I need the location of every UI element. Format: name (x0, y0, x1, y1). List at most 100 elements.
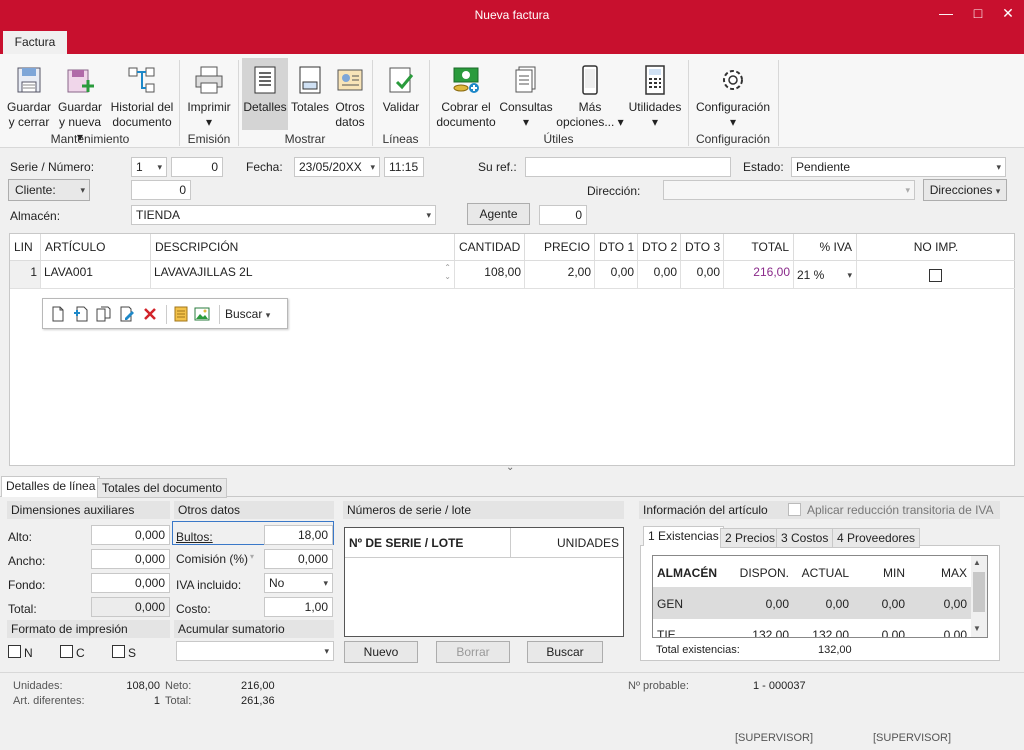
guardar-cerrar-button[interactable]: Guardar y cerrar (4, 58, 54, 130)
cell-iva[interactable]: 21 % ▾ (794, 261, 857, 289)
col-noimp: NO IMP. (857, 234, 1015, 261)
minimize-button[interactable]: — (936, 5, 956, 21)
agente-input[interactable]: 0 (539, 205, 587, 225)
almacen-select[interactable]: TIENDA ▾ (131, 205, 436, 225)
reduccion-iva-checkbox[interactable] (788, 503, 801, 516)
tab-existencias[interactable]: 1 Existencias (643, 526, 724, 546)
cell-precio[interactable]: 2,00 (525, 261, 595, 289)
consultas-button[interactable]: Consultas ▾ (499, 58, 553, 130)
alto-input[interactable]: 0,000 (91, 525, 170, 545)
nprobable-label: Nº probable: (628, 680, 689, 692)
toolbar-separator (166, 305, 167, 324)
edit-icon[interactable] (119, 306, 135, 322)
agente-button[interactable]: Agente (467, 203, 530, 225)
image-icon[interactable] (194, 306, 210, 322)
guardar-nueva-button[interactable]: Guardar y nueva ▾ (55, 58, 105, 144)
cell-dto2[interactable]: 0,00 (638, 261, 681, 289)
total-dim-label: Total: (8, 602, 37, 616)
hora-input[interactable]: 11:15 (384, 157, 424, 177)
payment-icon (453, 67, 479, 93)
validar-button[interactable]: Validar (376, 58, 426, 130)
close-button[interactable]: ✕ (998, 5, 1018, 22)
mas-opciones-button[interactable]: Más opciones... ▾ (556, 58, 624, 130)
formato-c-checkbox[interactable] (60, 645, 73, 658)
scroll-thumb[interactable] (973, 572, 985, 612)
configuracion-button[interactable]: Configuración ▾ (692, 58, 774, 130)
dimensiones-header: Dimensiones auxiliares (7, 501, 170, 519)
gear-icon (723, 70, 743, 90)
costo-input[interactable]: 1,00 (264, 597, 333, 617)
tab-costos[interactable]: 3 Costos (776, 528, 834, 548)
expand-chevron-icon[interactable]: ⌄ (506, 462, 514, 473)
noimp-checkbox[interactable] (929, 269, 942, 282)
ex-scrollbar[interactable]: ▲ ▼ (971, 556, 987, 637)
ancho-input[interactable]: 0,000 (91, 549, 170, 569)
cell-cantidad[interactable]: 108,00 (455, 261, 525, 289)
direccion-select[interactable]: ▾ (663, 180, 915, 200)
cell-articulo[interactable]: LAVA001 (41, 261, 151, 289)
tab-totales-documento[interactable]: Totales del documento (97, 478, 228, 498)
spin-icon[interactable]: ⌃ ⌄ (444, 263, 451, 281)
history-icon (128, 67, 155, 93)
serie-select[interactable]: 1 ▾ (131, 157, 167, 177)
suref-input[interactable] (525, 157, 731, 177)
col-precio: PRECIO (525, 234, 595, 261)
series-borrar-button[interactable]: Borrar (436, 641, 510, 663)
cell-noimp[interactable] (857, 261, 1015, 289)
grid-toolbar: Buscar ▾ (42, 298, 288, 329)
cell-descripcion[interactable]: LAVAVAJILLAS 2L ⌃ ⌄ (151, 261, 455, 289)
series-buscar-button[interactable]: Buscar (527, 641, 603, 663)
scroll-up-icon[interactable]: ▲ (973, 558, 981, 567)
notes-icon[interactable] (172, 306, 188, 322)
total-dim-value: 0,000 (91, 597, 170, 617)
historial-button[interactable]: Historial del documento (108, 58, 176, 130)
status-area: Unidades: 108,00 Art. diferentes: 1 Neto… (0, 672, 1024, 750)
otros-datos-button[interactable]: Otros datos (332, 58, 368, 130)
unidades-label: Unidades: (13, 680, 63, 692)
fondo-input[interactable]: 0,000 (91, 573, 170, 593)
group-configuracion: Configuración (695, 132, 771, 146)
estado-select[interactable]: Pendiente ▾ (791, 157, 1006, 177)
iva-incluido-select[interactable]: No ▾ (264, 573, 333, 593)
tab-detalles-linea[interactable]: Detalles de línea (1, 476, 101, 497)
formato-s-checkbox[interactable] (112, 645, 125, 658)
tab-factura[interactable]: Factura (3, 31, 67, 54)
acumular-select[interactable]: ▾ (176, 641, 334, 661)
maximize-button[interactable]: □ (968, 5, 988, 21)
almacen-label: Almacén: (10, 209, 61, 223)
buscar-dropdown[interactable]: Buscar ▾ (225, 307, 270, 321)
tab-proveedores[interactable]: 4 Proveedores (832, 528, 921, 548)
totales-button[interactable]: Totales (290, 58, 330, 130)
comision-dropdown-icon[interactable]: ▾ (250, 552, 254, 561)
detalles-button[interactable]: Detalles (242, 58, 288, 130)
comision-input[interactable]: 0,000 (264, 549, 333, 569)
scroll-down-icon[interactable]: ▼ (973, 624, 981, 633)
cell-dto1[interactable]: 0,00 (595, 261, 638, 289)
cobrar-button[interactable]: Cobrar el documento (434, 58, 498, 130)
fondo-label: Fondo: (8, 578, 46, 592)
new-line-icon[interactable] (51, 306, 65, 322)
tab-precios[interactable]: 2 Precios (720, 528, 781, 548)
group-mostrar: Mostrar (284, 132, 326, 146)
ex-row1-dispon: 132,00 (752, 628, 789, 638)
bultos-input[interactable]: 18,00 (264, 525, 333, 545)
numero-input[interactable]: 0 (171, 157, 223, 177)
insert-line-icon[interactable] (73, 306, 89, 322)
ex-col-dispon: DISPON. (739, 566, 789, 580)
series-nuevo-button[interactable]: Nuevo (344, 641, 418, 663)
cliente-button[interactable]: Cliente: ▾ (8, 179, 90, 201)
formato-n-checkbox[interactable] (8, 645, 21, 658)
copy-icon[interactable] (96, 306, 112, 322)
total-label: Total: (165, 695, 192, 707)
fecha-input[interactable]: 23/05/20XX ▾ (294, 157, 380, 177)
imprimir-button[interactable]: Imprimir ▾ (183, 58, 235, 130)
acumular-header: Acumular sumatorio (174, 620, 334, 638)
ex-row0-min: 0,00 (881, 597, 905, 611)
formato-s-label: S (128, 646, 137, 660)
ancho-label: Ancho: (8, 554, 46, 568)
cliente-input[interactable]: 0 (131, 180, 191, 200)
utilidades-button[interactable]: Utilidades ▾ (626, 58, 684, 130)
cell-dto3[interactable]: 0,00 (681, 261, 724, 289)
direcciones-button[interactable]: Direcciones ▾ (923, 179, 1007, 201)
delete-icon[interactable] (142, 306, 158, 322)
